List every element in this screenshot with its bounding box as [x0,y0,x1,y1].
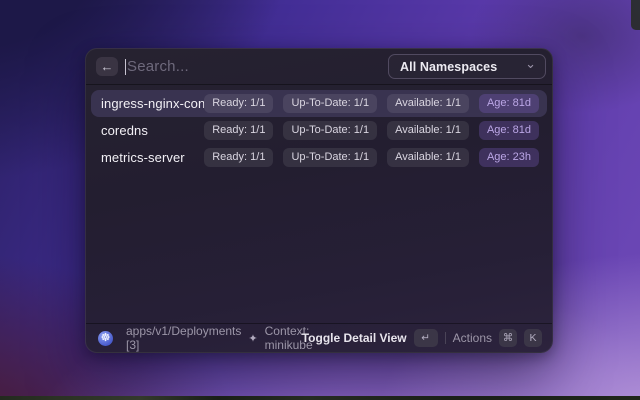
deployment-name: metrics-server [101,150,185,165]
ready-badge: Ready: 1/1 [204,120,274,141]
deployments-list: ingress-nginx-controller Ready: 1/1 Up-T… [86,85,552,171]
available-badge: Available: 1/1 [387,147,469,168]
age-badge: Age: 81d [478,93,539,114]
available-badge: Available: 1/1 [387,120,469,141]
cmd-key-icon[interactable]: ⌘ [499,328,517,348]
namespace-dropdown-value: All Namespaces [400,59,498,74]
empty-list-area [86,171,552,323]
search-header: ← Search... All Namespaces ⌄ [86,49,552,85]
deployment-name: coredns [101,123,148,138]
back-button[interactable]: ← [96,57,118,76]
back-arrow-icon: ← [100,59,114,74]
list-item-metrics-server[interactable]: metrics-server Ready: 1/1 Up-To-Date: 1/… [91,144,547,171]
deployment-name: ingress-nginx-controller [101,96,205,111]
badge-group: Ready: 1/1 Up-To-Date: 1/1 Available: 1/… [204,120,539,141]
k-key-icon[interactable]: K [524,328,542,348]
footer-divider [444,332,446,344]
text-caret [125,58,126,75]
resource-breadcrumb: apps/v1/Deployments [3] [126,324,242,352]
status-bar-left: ☸ apps/v1/Deployments [3] ✦ Context: min… [98,324,313,352]
namespace-dropdown[interactable]: All Namespaces ⌄ [388,54,546,79]
ready-badge: Ready: 1/1 [204,147,274,168]
actions-button[interactable]: Actions [453,331,492,345]
command-palette-window: ← Search... All Namespaces ⌄ ingress-ngi… [85,48,553,353]
wallpaper-corner-artifact [631,0,640,30]
sparkles-icon: ✦ [248,332,258,345]
up-to-date-badge: Up-To-Date: 1/1 [283,120,378,141]
available-badge: Available: 1/1 [387,93,469,114]
wallpaper-bottom-strip [0,396,640,400]
age-badge: Age: 23h [478,147,539,168]
kubernetes-icon: ☸ [98,330,113,346]
badge-group: Ready: 1/1 Up-To-Date: 1/1 Available: 1/… [204,147,539,168]
list-item-coredns[interactable]: coredns Ready: 1/1 Up-To-Date: 1/1 Avail… [91,117,547,144]
toggle-detail-view-button[interactable]: Toggle Detail View [302,331,407,345]
badge-group: Ready: 1/1 Up-To-Date: 1/1 Available: 1/… [204,93,539,114]
search-placeholder: Search... [127,58,189,75]
ready-badge: Ready: 1/1 [204,93,274,114]
list-item-ingress-nginx-controller[interactable]: ingress-nginx-controller Ready: 1/1 Up-T… [91,90,547,117]
up-to-date-badge: Up-To-Date: 1/1 [283,147,378,168]
search-input[interactable]: Search... [125,58,388,75]
age-badge: Age: 81d [478,120,539,141]
enter-key-icon[interactable]: ↵ [413,328,438,348]
status-bar: ☸ apps/v1/Deployments [3] ✦ Context: min… [86,323,552,352]
status-bar-right: Toggle Detail View ↵ Actions ⌘ K [302,328,542,348]
up-to-date-badge: Up-To-Date: 1/1 [283,93,378,114]
